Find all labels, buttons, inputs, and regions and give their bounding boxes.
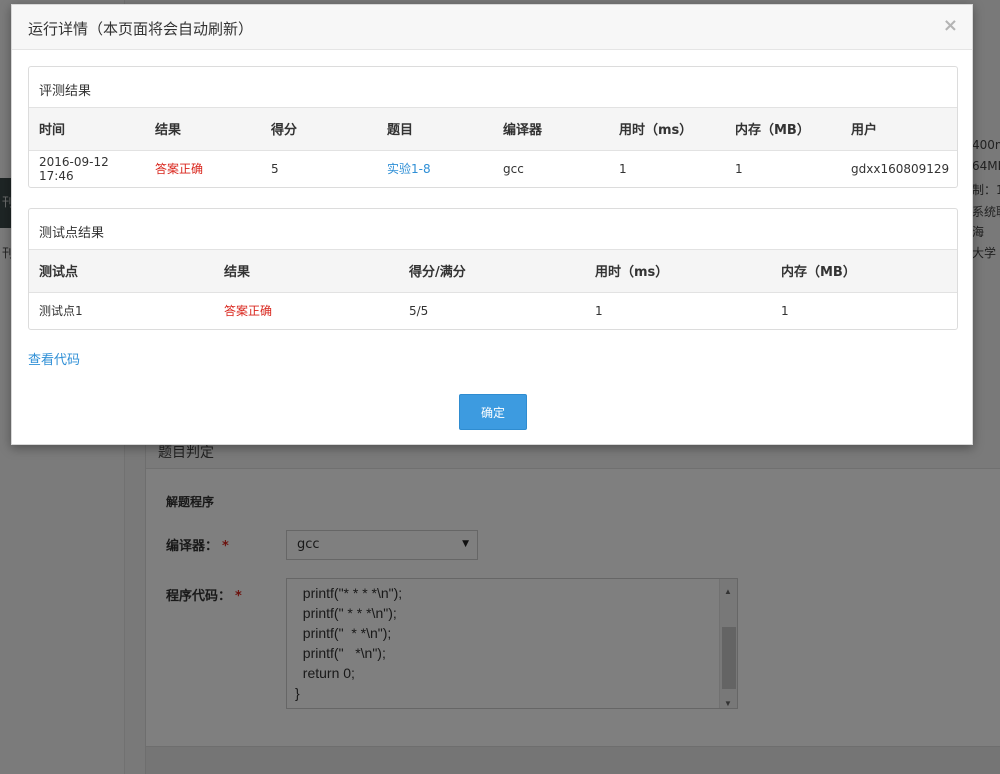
column-header: 测试点 bbox=[29, 250, 214, 293]
testpoint-name: 测试点1 bbox=[39, 304, 83, 319]
column-header: 结果 bbox=[145, 108, 261, 151]
eval-result-table: 时间 结果 得分 题目 编译器 用时（ms） 内存（MB） 用户 2016-09… bbox=[29, 108, 957, 187]
confirm-button[interactable]: 确定 bbox=[459, 394, 527, 430]
close-icon[interactable]: × bbox=[943, 17, 958, 35]
modal-header: 运行详情（本页面将会自动刷新） × bbox=[12, 5, 972, 50]
run-details-modal: 运行详情（本页面将会自动刷新） × 评测结果 时间 结果 得分 题目 编译器 用… bbox=[11, 4, 973, 445]
testpoint-result: 答案正确 bbox=[224, 304, 273, 319]
column-header: 编译器 bbox=[493, 108, 609, 151]
testpoint-time: 1 bbox=[595, 303, 603, 318]
column-header: 得分 bbox=[261, 108, 377, 151]
column-header: 题目 bbox=[377, 108, 493, 151]
column-header: 用时（ms） bbox=[609, 108, 725, 151]
column-header: 用户 bbox=[841, 108, 957, 151]
score-value: 5 bbox=[271, 161, 279, 176]
column-header: 内存（MB） bbox=[771, 250, 957, 293]
table-row: 测试点1 答案正确 5/5 1 1 bbox=[29, 292, 957, 329]
table-header-row: 时间 结果 得分 题目 编译器 用时（ms） 内存（MB） 用户 bbox=[29, 108, 957, 151]
compiler-value: gcc bbox=[503, 161, 524, 176]
user-value: gdxx160809129 bbox=[851, 161, 950, 176]
time-value: 1 bbox=[619, 161, 627, 176]
eval-result-panel: 评测结果 时间 结果 得分 题目 编译器 用时（ms） 内存（MB） 用户 20… bbox=[28, 66, 958, 188]
testpoint-memory: 1 bbox=[781, 303, 789, 318]
memory-value: 1 bbox=[735, 161, 743, 176]
column-header: 内存（MB） bbox=[725, 108, 841, 151]
table-header-row: 测试点 结果 得分/满分 用时（ms） 内存（MB） bbox=[29, 250, 957, 293]
column-header: 时间 bbox=[29, 108, 145, 151]
eval-result-heading: 评测结果 bbox=[29, 67, 957, 108]
problem-link[interactable]: 实验1-8 bbox=[387, 162, 431, 176]
testpoint-result-heading: 测试点结果 bbox=[29, 209, 957, 250]
submit-time: 2016-09-12 17:46 bbox=[39, 154, 109, 183]
modal-title: 运行详情（本页面将会自动刷新） bbox=[28, 20, 254, 38]
column-header: 结果 bbox=[214, 250, 399, 293]
view-code-link[interactable]: 查看代码 bbox=[28, 349, 80, 368]
table-row: 2016-09-12 17:46 答案正确 5 实验1-8 gcc 1 1 gd… bbox=[29, 150, 957, 187]
result-status: 答案正确 bbox=[155, 162, 204, 177]
testpoint-score: 5/5 bbox=[409, 303, 429, 318]
problem-cell: 实验1-8 bbox=[377, 150, 493, 187]
column-header: 用时（ms） bbox=[585, 250, 771, 293]
testpoint-result-table: 测试点 结果 得分/满分 用时（ms） 内存（MB） 测试点1 答案正确 5/5… bbox=[29, 250, 957, 329]
testpoint-result-panel: 测试点结果 测试点 结果 得分/满分 用时（ms） 内存（MB） 测试点1 答案… bbox=[28, 208, 958, 330]
column-header: 得分/满分 bbox=[399, 250, 585, 293]
